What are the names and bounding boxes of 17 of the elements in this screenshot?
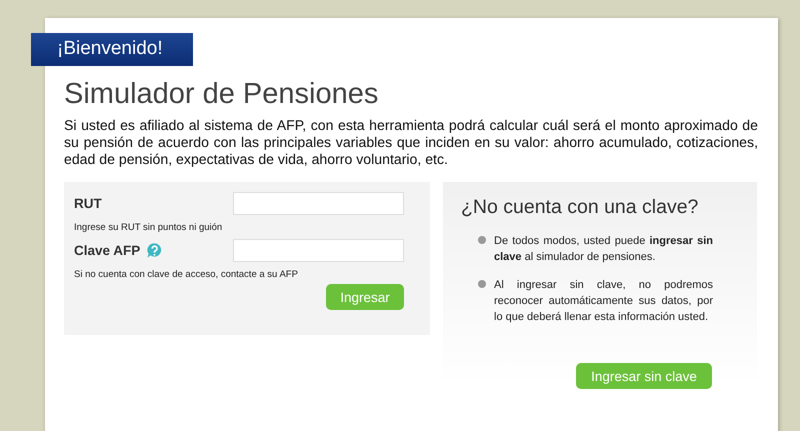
intro-paragraph: Si usted es afiliado al sistema de AFP, con esta herramienta podrá calcular cuál será el monto aproximado de su pensión de acuerdo con las principales variables que inciden en su valor: ahorro acumulado, cotizaciones, edad de pensión, expectativas de vida, ahorro voluntario, etc. <box>64 117 758 168</box>
bullet-text: Al ingresar sin clave, no podremos reconocer automáticamente sus datos, por lo que deberá llenar esta información usted. <box>494 278 713 325</box>
text-input[interactable] <box>233 192 404 214</box>
page-title: Simulador de Pensiones <box>64 78 380 111</box>
field-hint: Si no cuenta con clave de acceso, contacte a su AFP <box>74 269 299 280</box>
panel-title: ¿No cuenta con una clave? <box>461 196 700 219</box>
field-label: Clave AFP <box>74 242 140 258</box>
login-button[interactable]: Ingresar <box>326 284 404 310</box>
field-label: RUT <box>74 196 102 210</box>
help-icon[interactable] <box>146 242 164 258</box>
bullet-icon <box>478 236 486 244</box>
field-hint: Ingrese su RUT sin puntos ni guión <box>74 222 224 233</box>
bullet-text: De todos modos, usted puede ingresar sin clave al simulador de pensiones. <box>494 234 713 265</box>
bullet-icon <box>478 280 486 288</box>
guest-login-button[interactable]: Ingresar sin clave <box>576 363 712 389</box>
welcome-banner: ¡Bienvenido! <box>31 33 193 66</box>
text-input[interactable] <box>233 238 404 262</box>
